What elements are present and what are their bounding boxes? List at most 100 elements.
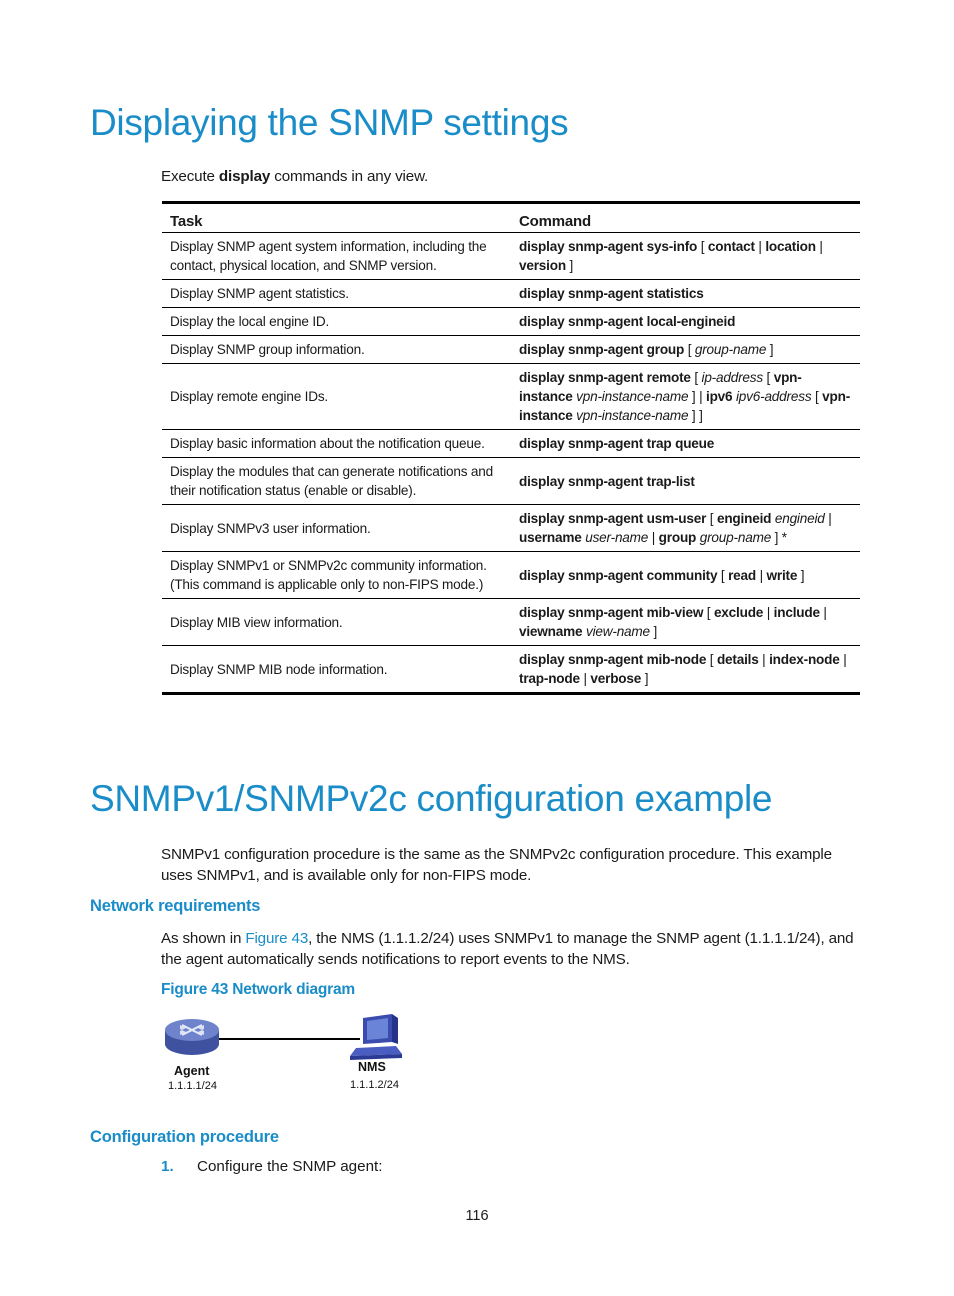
table-row: Display basic information about the noti…: [162, 429, 860, 458]
config-intro-text: SNMPv1 configuration procedure is the sa…: [161, 846, 832, 884]
table-header-row: Task Command: [162, 201, 860, 233]
figure-43-link[interactable]: Figure 43: [245, 930, 308, 947]
step-text: Configure the SNMP agent:: [197, 1158, 383, 1175]
command-keyword: exclude: [713, 605, 764, 620]
command-syntax: |: [815, 239, 823, 254]
command-syntax: [: [703, 605, 714, 620]
command-syntax: |: [839, 652, 847, 667]
command-syntax: ]: [565, 258, 574, 273]
task-cell: Display SNMP agent statistics.: [162, 279, 511, 308]
command-syntax: |: [819, 605, 827, 620]
table-row: Display SNMP agent system information, i…: [162, 232, 860, 280]
command-keyword: display snmp-agent community: [519, 567, 718, 583]
command-cell: display snmp-agent group [ group-name ]: [511, 335, 860, 364]
intro-keyword: display: [218, 168, 271, 185]
router-icon: [165, 1019, 219, 1055]
intro-prefix: Execute: [161, 168, 219, 185]
command-syntax: [: [762, 370, 774, 385]
network-requirements-text: As shown in Figure 43, the NMS (1.1.1.2/…: [161, 928, 866, 970]
section-title-displaying-snmp: Displaying the SNMP settings: [90, 102, 569, 143]
network-diagram: Agent 1.1.1.1/24 NMS 1.1.1.2/24: [160, 1008, 420, 1098]
command-syntax: ] |: [688, 389, 706, 404]
table-row: Display MIB view information. display snm…: [162, 598, 860, 646]
table-row: Display SNMPv3 user information. display …: [162, 504, 860, 552]
table-row: Display SNMP group information. display s…: [162, 335, 860, 364]
command-syntax: ] *: [771, 530, 787, 545]
task-cell: Display remote engine IDs.: [162, 363, 511, 430]
command-keyword: display snmp-agent sys-info: [519, 239, 698, 254]
table-row: Display the modules that can generate no…: [162, 457, 860, 505]
command-keyword: display snmp-agent group: [519, 342, 685, 357]
task-cell: Display SNMPv1 or SNMPv2c community info…: [162, 551, 511, 599]
command-keyword: version: [519, 258, 566, 273]
command-keyword: include: [773, 605, 820, 620]
page-number: 116: [465, 1208, 489, 1224]
command-keyword: display snmp-agent mib-node: [519, 652, 707, 667]
command-keyword: location: [765, 239, 816, 254]
command-keyword: display snmp-agent statistics: [519, 286, 704, 301]
command-keyword: read: [728, 567, 756, 583]
task-cell: Display SNMP group information.: [162, 335, 511, 364]
command-syntax: |: [754, 239, 766, 254]
command-keyword: display snmp-agent trap-list: [519, 473, 695, 489]
command-syntax: ]: [641, 671, 649, 686]
command-syntax: |: [758, 652, 770, 667]
nms-ip: 1.1.1.2/24: [350, 1079, 399, 1091]
command-cell: display snmp-agent community [ read | wr…: [511, 551, 860, 599]
figure-caption: Figure 43 Network diagram: [161, 981, 355, 998]
step-number: 1.: [161, 1158, 174, 1175]
command-argument: group-name: [694, 342, 767, 357]
command-cell: display snmp-agent usm-user [ engineid e…: [511, 504, 860, 552]
section-title-config-example: SNMPv1/SNMPv2c configuration example: [90, 778, 773, 819]
command-keyword: details: [716, 652, 759, 667]
task-cell: Display SNMP MIB node information.: [162, 645, 511, 695]
command-syntax: |: [763, 605, 774, 620]
command-argument: vpn-instance-name: [576, 389, 689, 404]
task-cell: Display SNMP agent system information, i…: [162, 232, 511, 280]
command-cell: display snmp-agent trap queue: [511, 429, 860, 458]
table-row: Display remote engine IDs. display snmp-a…: [162, 363, 860, 430]
command-cell: display snmp-agent mib-view [ exclude | …: [511, 598, 860, 646]
table-row: Display SNMP MIB node information. displa…: [162, 645, 860, 695]
header-command: Command: [511, 201, 860, 233]
nms-label: NMS: [358, 1060, 386, 1074]
computer-icon: [350, 1014, 402, 1060]
command-syntax: [: [684, 342, 695, 357]
command-syntax: [: [811, 389, 823, 404]
command-syntax: |: [579, 671, 591, 686]
command-syntax: ]: [649, 624, 658, 639]
command-syntax: |: [756, 567, 767, 583]
command-keyword: verbose: [590, 671, 642, 686]
task-cell: Display the modules that can generate no…: [162, 457, 511, 505]
command-keyword: index-node: [769, 652, 840, 667]
command-keyword: display snmp-agent local-engineid: [519, 314, 736, 329]
command-cell: display snmp-agent sys-info [ contact | …: [511, 232, 860, 280]
command-keyword: write: [766, 567, 798, 583]
command-syntax: [: [706, 511, 717, 526]
command-argument: ipv6-address: [735, 389, 812, 404]
heading-configuration-procedure: Configuration procedure: [90, 1128, 279, 1146]
table-row: Display SNMP agent statistics. display sn…: [162, 279, 860, 308]
command-syntax: [: [697, 239, 708, 254]
command-keyword: display snmp-agent remote: [519, 370, 691, 385]
command-keyword: engineid: [716, 511, 772, 526]
table-row: Display the local engine ID. display snmp…: [162, 307, 860, 336]
command-keyword: display snmp-agent trap queue: [519, 436, 715, 451]
command-argument: user-name: [585, 530, 649, 545]
header-task: Task: [162, 201, 511, 233]
task-cell: Display SNMPv3 user information.: [162, 504, 511, 552]
command-keyword: display snmp-agent mib-view: [519, 605, 704, 620]
intro-suffix: commands in any view.: [270, 168, 429, 185]
command-keyword: contact: [707, 239, 755, 254]
command-syntax: |: [824, 511, 832, 526]
command-argument: group-name: [699, 530, 772, 545]
agent-label: Agent: [174, 1064, 210, 1078]
command-table: Task Command Display SNMP agent system i…: [162, 201, 860, 695]
command-syntax: [: [717, 567, 729, 583]
task-cell: Display MIB view information.: [162, 598, 511, 646]
command-cell: display snmp-agent trap-list: [511, 457, 860, 505]
command-keyword: trap-node: [519, 671, 580, 686]
command-keyword: viewname: [519, 624, 583, 639]
command-keyword: display snmp-agent usm-user: [519, 511, 707, 526]
command-syntax: ]: [766, 342, 774, 357]
